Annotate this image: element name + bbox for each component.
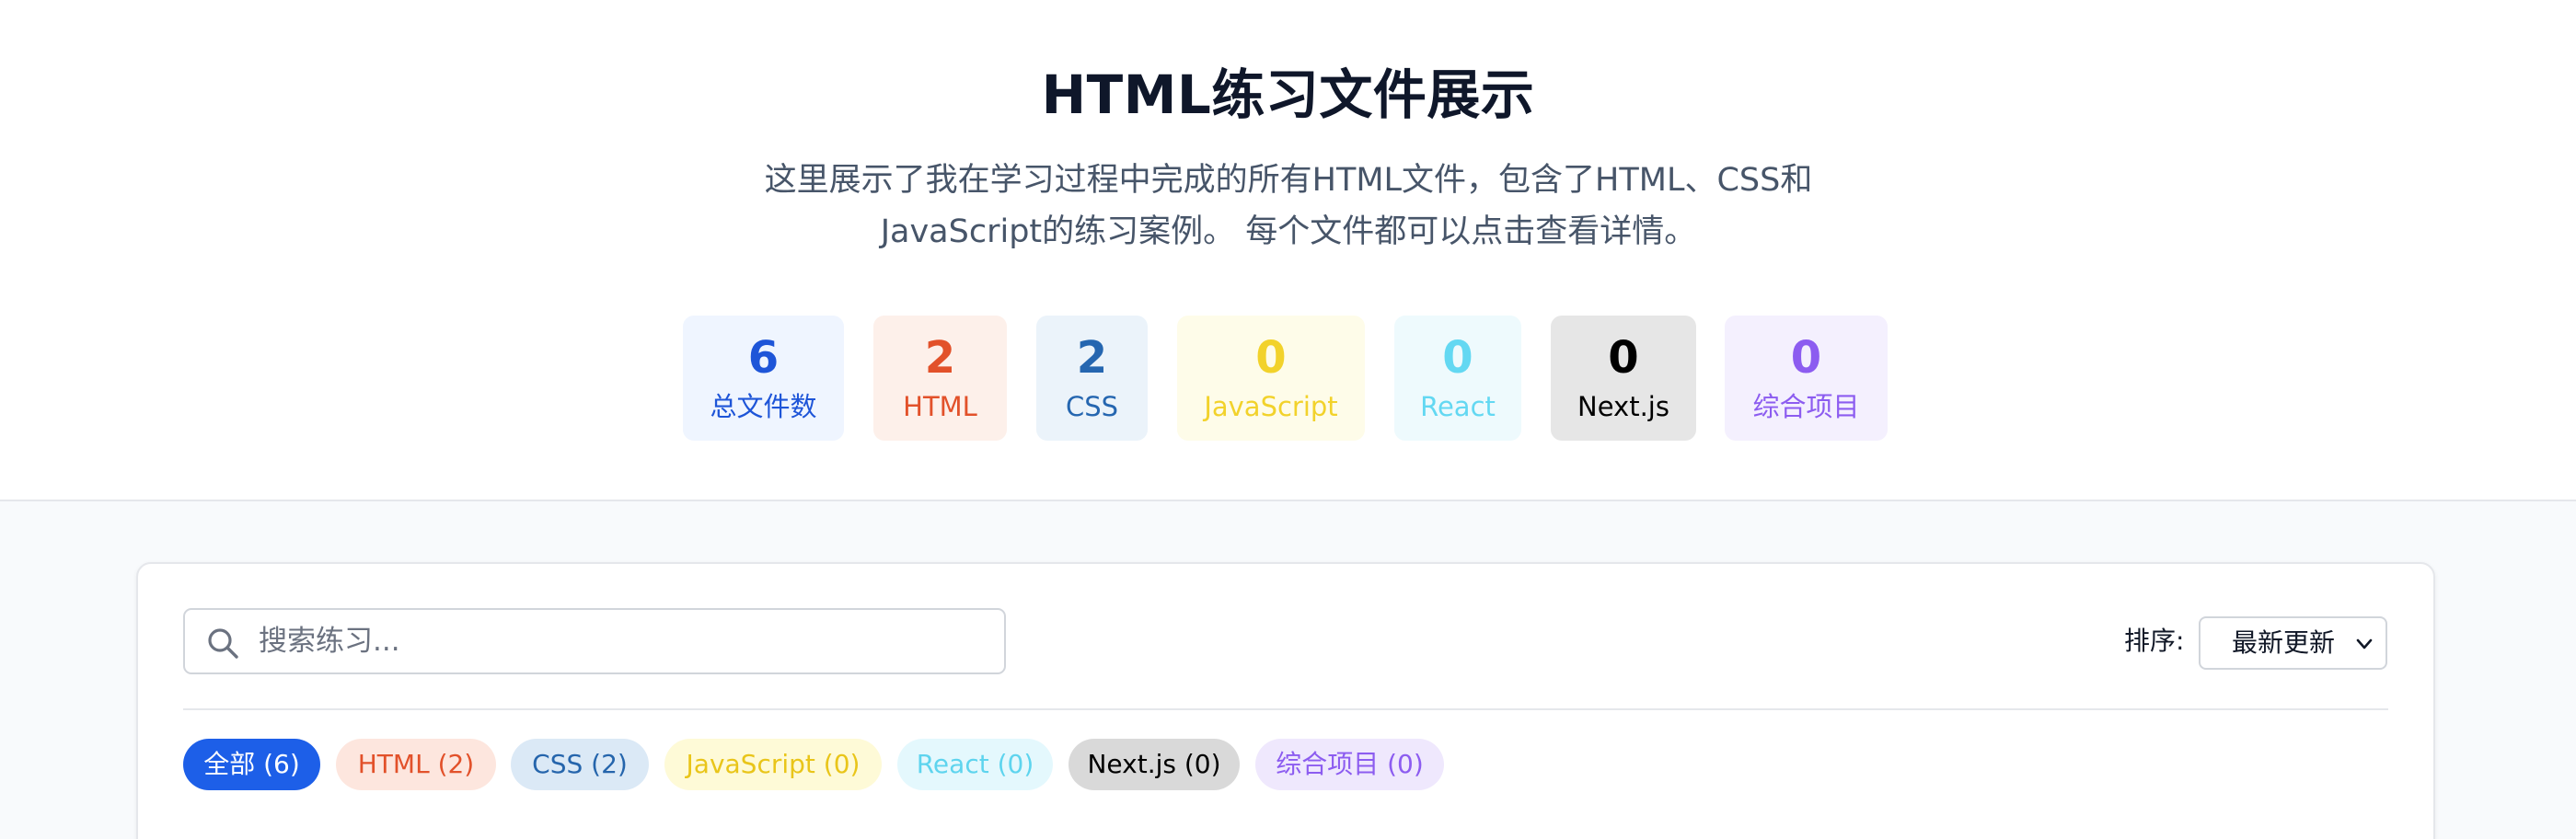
stats-row: 6 总文件数 2 HTML 2 CSS 0 JavaScript 0 React… [0,316,2576,442]
subtitle-line-2: JavaScript的练习案例。 每个文件都可以点击查看详情。 [880,213,1697,250]
search-box[interactable] [183,608,1006,674]
chevron-down-icon [2356,638,2373,649]
filter-chip-javascript[interactable]: JavaScript (0) [664,739,882,790]
filter-chip-css[interactable]: CSS (2) [511,739,649,790]
search-input[interactable] [259,610,986,672]
page: HTML练习文件展示 这里展示了我在学习过程中完成的所有HTML文件，包含了HT… [0,0,2576,839]
stat-card-total: 6 总文件数 [683,316,844,441]
filter-panel: 排序: 最新更新 全部 (6) HTML (2) CSS (2) JavaScr… [136,562,2435,839]
stat-value: 2 [924,332,956,384]
stat-card-nextjs: 0 Next.js [1551,316,1696,441]
stat-value: 0 [1608,332,1639,384]
stat-value: 2 [1076,332,1108,384]
search-icon [208,628,238,659]
stat-value: 0 [1255,332,1287,384]
content-area: 排序: 最新更新 全部 (6) HTML (2) CSS (2) JavaScr… [0,501,2576,839]
filter-chip-react[interactable]: React (0) [897,739,1053,790]
stat-label: 总文件数 [710,391,817,422]
subtitle-line-1: 这里展示了我在学习过程中完成的所有HTML文件，包含了HTML、CSS和 [764,162,1813,199]
stat-label: Next.js [1577,391,1669,422]
stat-card-css: 2 CSS [1036,316,1148,441]
stat-value: 0 [1442,332,1473,384]
divider [183,708,2388,710]
stat-label: JavaScript [1204,391,1338,422]
sort-selected-value: 最新更新 [2232,627,2336,658]
filter-chip-all[interactable]: 全部 (6) [183,739,320,790]
stat-card-react: 0 React [1394,316,1521,441]
header: HTML练习文件展示 这里展示了我在学习过程中完成的所有HTML文件，包含了HT… [0,0,2576,501]
filter-chip-html[interactable]: HTML (2) [336,739,496,790]
stat-label: CSS [1065,391,1119,422]
stat-card-projects: 0 综合项目 [1725,316,1888,441]
sort-label: 排序: [2124,626,2185,656]
page-title: HTML练习文件展示 [1041,63,1535,126]
stat-label: HTML [903,391,977,422]
stat-card-html: 2 HTML [873,316,1007,441]
filter-chip-nextjs[interactable]: Next.js (0) [1069,739,1240,790]
stat-label: 综合项目 [1752,391,1860,422]
filter-chip-projects[interactable]: 综合项目 (0) [1255,739,1444,790]
sort-select[interactable]: 最新更新 [2199,616,2387,670]
stat-value: 0 [1790,332,1822,384]
stat-label: React [1420,391,1496,422]
page-subtitle: 这里展示了我在学习过程中完成的所有HTML文件，包含了HTML、CSS和 Jav… [718,155,1859,258]
stat-value: 6 [747,332,780,384]
stat-card-javascript: 0 JavaScript [1177,316,1365,441]
